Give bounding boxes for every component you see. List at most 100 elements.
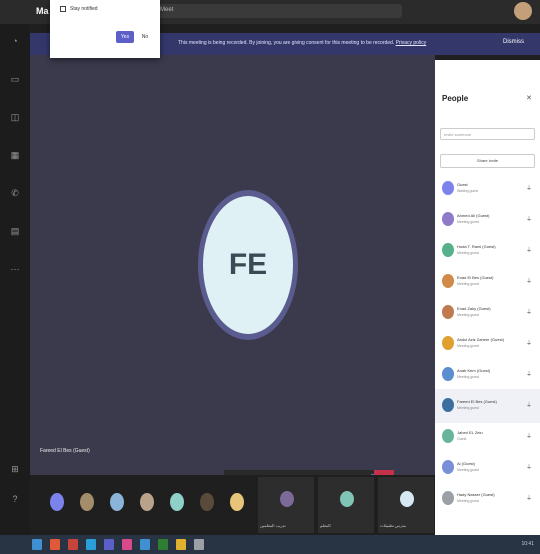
taskbar-app-icon[interactable] [32, 539, 42, 550]
gallery-participant-avatar[interactable] [80, 493, 94, 511]
taskbar-app-icon[interactable] [86, 539, 96, 550]
participant-status: Meeting guest [457, 499, 479, 503]
stay-notified-label: Stay notified [70, 6, 98, 12]
app-rail: ◔ ▭ ◫ ▦ ✆ ▤ ⋯ ⊞ ? [0, 24, 30, 535]
share-invite-button[interactable]: Share invite [440, 154, 535, 168]
mic-muted-icon[interactable]: ⏚ [526, 245, 532, 254]
mic-muted-icon[interactable]: ⏚ [526, 338, 532, 347]
activity-icon[interactable]: ◔ [9, 36, 21, 50]
taskbar-app-icon[interactable] [122, 539, 132, 550]
participant-name: Anab Kem (Guest) [457, 368, 491, 373]
meeting-tab[interactable]: Meet [152, 4, 402, 18]
participant-row[interactable]: Hady Nasser (Guest) Meeting guest ⏚ [435, 482, 540, 516]
participant-row[interactable]: Anab Kem (Guest) Meeting guest ⏚ [435, 358, 540, 392]
apps-icon[interactable]: ⊞ [9, 464, 21, 478]
chat-rail-icon[interactable]: ▭ [9, 74, 21, 88]
taskbar-app-icon[interactable] [104, 539, 114, 550]
participant-status: Waiting guest [457, 189, 479, 193]
participant-avatar: FE [203, 196, 293, 334]
participant-name: Ai (Guest) [457, 461, 476, 466]
files-icon[interactable]: ▤ [9, 226, 21, 240]
taskbar-app-icon[interactable] [158, 539, 168, 550]
cancel-button[interactable]: No [138, 31, 152, 43]
os-taskbar: 10:41 [0, 535, 540, 554]
gallery-tile-name: المعلم [320, 523, 331, 528]
participant-row[interactable]: Jahed EL Zein Guest ⏚ [435, 420, 540, 454]
participant-row[interactable]: Abdul Aziz Zaheer (Guest) Meeting guest ⏚ [435, 327, 540, 361]
taskbar-app-icon[interactable] [50, 539, 60, 550]
calendar-icon[interactable]: ▦ [9, 150, 21, 164]
taskbar-app-icon[interactable] [68, 539, 78, 550]
help-icon[interactable]: ? [9, 494, 21, 508]
gallery-participant-avatar[interactable] [170, 493, 184, 511]
meeting-tab-label: Meet [160, 7, 174, 13]
people-panel-title: People [442, 94, 469, 103]
mic-muted-icon[interactable]: ⏚ [526, 183, 532, 192]
participant-name: Hoda T. Rami (Guest) [457, 244, 496, 249]
gallery-tile-avatar [400, 491, 414, 507]
banner-message: This meeting is being recorded. By joini… [178, 40, 395, 46]
mic-muted-icon[interactable]: ⏚ [526, 400, 532, 409]
gallery-participant-avatar[interactable] [230, 493, 244, 511]
participant-status: Meeting guest [457, 313, 479, 317]
participant-name: Hady Nasser (Guest) [457, 492, 495, 497]
gallery-tile[interactable]: تدريب المعلمين [258, 477, 314, 533]
stay-notified-checkbox[interactable] [60, 6, 66, 12]
participant-row[interactable]: Enad El Bes (Guest) Meeting guest ⏚ [435, 265, 540, 299]
gallery-tile[interactable]: المعلم [318, 477, 374, 533]
taskbar-app-icon[interactable] [140, 539, 150, 550]
gallery-tile[interactable]: مدرس تطبيقات [378, 477, 434, 533]
app-title: Ma [36, 6, 49, 16]
people-panel: People ✕ Invite someone Share invite Gue… [435, 60, 540, 535]
gallery-participant-avatar[interactable] [200, 493, 214, 511]
teams-icon[interactable]: ◫ [9, 112, 21, 126]
participant-status: Meeting guest [457, 344, 479, 348]
participant-row[interactable]: Guest Waiting guest ⏚ [435, 172, 540, 206]
mic-muted-icon[interactable]: ⏚ [526, 462, 532, 471]
calls-icon[interactable]: ✆ [9, 188, 21, 202]
gallery-participant-avatar[interactable] [140, 493, 154, 511]
mic-muted-icon[interactable]: ⏚ [526, 431, 532, 440]
participant-status: Meeting guest [457, 282, 479, 286]
dismiss-button[interactable]: Dismiss [503, 39, 524, 45]
participant-name: Ahmed Ali (Guest) [457, 213, 490, 218]
privacy-policy-link[interactable]: Privacy policy [396, 40, 427, 46]
mic-muted-icon[interactable]: ⏚ [526, 493, 532, 502]
profile-avatar[interactable] [514, 2, 532, 20]
participant-avatar-icon [442, 243, 454, 257]
taskbar-app-icon[interactable] [176, 539, 186, 550]
confirm-button[interactable]: Yes [116, 31, 134, 43]
gallery-tile-avatar [280, 491, 294, 507]
taskbar-app-icon[interactable] [194, 539, 204, 550]
participant-status: Meeting guest [457, 468, 479, 472]
participant-name: Abdul Aziz Zaheer (Guest) [457, 337, 504, 342]
close-icon[interactable]: ✕ [526, 94, 532, 102]
participant-row[interactable]: Ai (Guest) Meeting guest ⏚ [435, 451, 540, 485]
mic-muted-icon[interactable]: ⏚ [526, 369, 532, 378]
participant-avatar-icon [442, 212, 454, 226]
participant-row[interactable]: Enad Zaky (Guest) Meeting guest ⏚ [435, 296, 540, 330]
apps-more-icon[interactable]: ⋯ [9, 264, 21, 278]
participant-avatar-icon [442, 305, 454, 319]
invite-search-input[interactable]: Invite someone [440, 128, 535, 140]
gallery-participant-avatar[interactable] [50, 493, 64, 511]
participant-avatar-icon [442, 274, 454, 288]
notification-popup: Stay notified Yes No [50, 0, 160, 58]
participant-status: Meeting guest [457, 220, 479, 224]
mic-muted-icon[interactable]: ⏚ [526, 276, 532, 285]
participant-row[interactable]: Fareed El Bes (Guest) Meeting guest ⏚ [435, 389, 540, 423]
participant-status: Meeting guest [457, 251, 479, 255]
teams-meeting-window: Ma Meet ◔ ▭ ◫ ▦ ✆ ▤ ⋯ ⊞ ? This meeting i… [0, 0, 540, 554]
participant-name: Jahed EL Zein [457, 430, 483, 435]
participant-row[interactable]: Ahmed Ali (Guest) Meeting guest ⏚ [435, 203, 540, 237]
participant-avatar-icon [442, 398, 454, 412]
mic-muted-icon[interactable]: ⏚ [526, 307, 532, 316]
mic-muted-icon[interactable]: ⏚ [526, 214, 532, 223]
participant-status: Meeting guest [457, 406, 479, 410]
gallery-tile-name: تدريب المعلمين [260, 523, 286, 528]
participant-status: Guest [457, 437, 467, 441]
gallery-participant-avatar[interactable] [110, 493, 124, 511]
share-invite-label: Share invite [476, 158, 499, 163]
participant-avatar-icon [442, 460, 454, 474]
participant-row[interactable]: Hoda T. Rami (Guest) Meeting guest ⏚ [435, 234, 540, 268]
